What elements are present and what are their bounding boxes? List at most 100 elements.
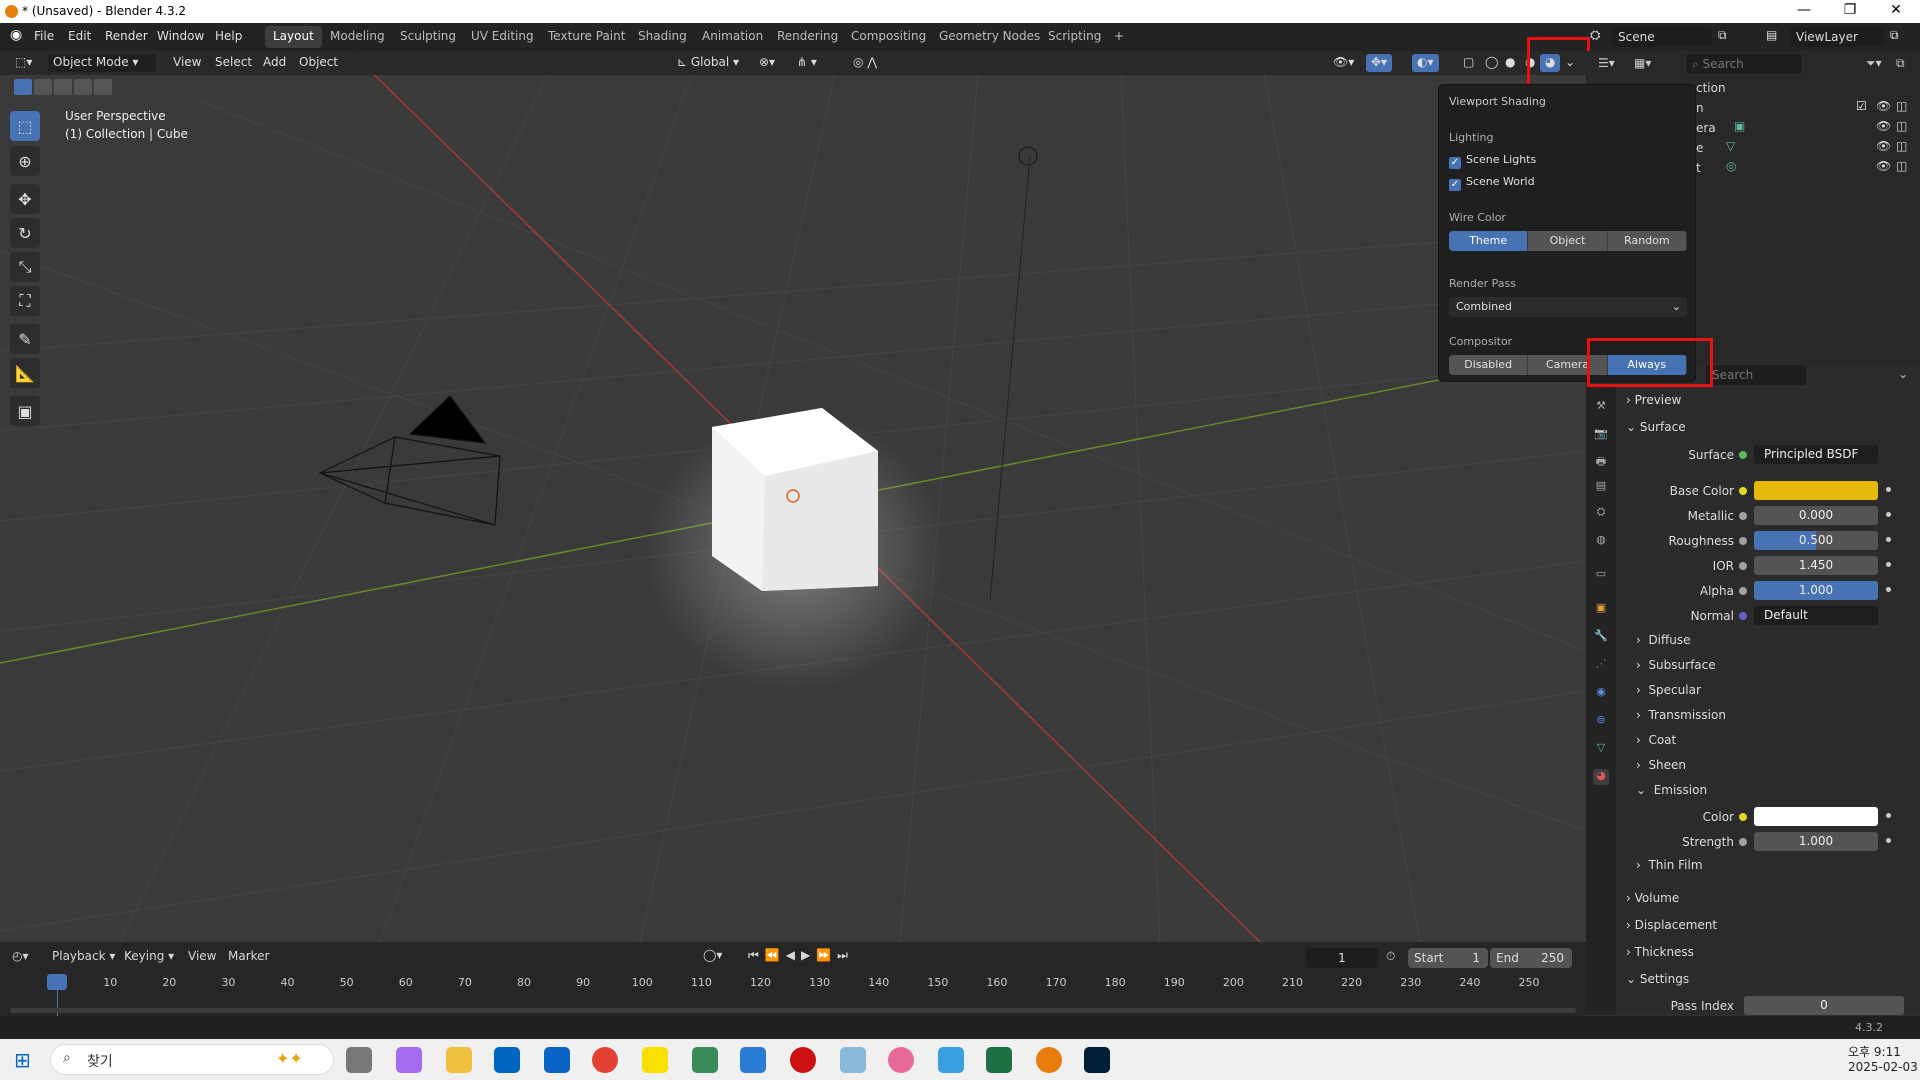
- surface-shader-field[interactable]: Principled BSDF: [1754, 445, 1878, 464]
- thin-film-subpanel[interactable]: › Thin Film: [1636, 858, 1703, 872]
- mesh-data-icon[interactable]: ▽: [1726, 139, 1735, 153]
- keyframe-icon[interactable]: [1886, 813, 1891, 818]
- eye-icon[interactable]: 👁: [1876, 139, 1891, 153]
- preview-range-icon[interactable]: ⏱: [1386, 949, 1395, 964]
- value-socket-icon[interactable]: [1739, 537, 1747, 545]
- properties-options-chevron-icon[interactable]: ⌄: [1898, 367, 1908, 381]
- value-socket-icon[interactable]: [1739, 838, 1747, 846]
- app-icon[interactable]: [840, 1047, 866, 1073]
- annotate-tool[interactable]: ✎: [10, 324, 40, 354]
- camera-restrict-icon[interactable]: ◫: [1896, 159, 1907, 173]
- calculator-icon[interactable]: [692, 1047, 718, 1073]
- pivot-point-icon[interactable]: ⊗▾: [754, 54, 780, 72]
- blender-menu-icon[interactable]: ◉: [10, 27, 22, 43]
- tab-shading[interactable]: Shading: [630, 26, 695, 48]
- list-item[interactable]: ction: [1696, 81, 1726, 95]
- outliner-editor-icon[interactable]: ☰▾: [1598, 56, 1615, 70]
- current-frame-field[interactable]: 1: [1306, 948, 1378, 968]
- timeline-editor-icon[interactable]: ◴▾: [12, 949, 29, 963]
- surface-panel[interactable]: ⌄ Surface: [1626, 420, 1686, 434]
- editor-type-icon[interactable]: ⬚▾: [10, 54, 37, 72]
- mode-selector[interactable]: Object Mode ▾: [48, 54, 156, 72]
- object-tab-icon[interactable]: ▣: [1593, 601, 1609, 617]
- new-scene-icon[interactable]: ⧉: [1718, 28, 1727, 43]
- base-color-swatch[interactable]: [1754, 481, 1878, 500]
- recorder-icon[interactable]: [790, 1047, 816, 1073]
- move-tool[interactable]: ✥: [10, 184, 40, 214]
- menu-file[interactable]: File: [34, 29, 54, 43]
- taskbar-search[interactable]: ⌕ 찾기 ✦✦: [50, 1044, 334, 1075]
- snap-icon[interactable]: ⋔ ▾: [792, 54, 822, 72]
- close-button[interactable]: ✕: [1876, 2, 1916, 18]
- metallic-field[interactable]: 0.000: [1754, 506, 1878, 525]
- menu-render[interactable]: Render: [105, 29, 148, 43]
- keyframe-icon[interactable]: [1886, 512, 1891, 517]
- scene-tab-icon[interactable]: ⛭: [1593, 505, 1609, 521]
- list-item[interactable]: t: [1696, 161, 1701, 175]
- wire-color-theme-button[interactable]: Theme: [1449, 231, 1529, 251]
- wire-color-random-button[interactable]: Random: [1607, 231, 1687, 251]
- tab-uv-editing[interactable]: UV Editing: [463, 26, 542, 48]
- render-pass-dropdown[interactable]: Combined ⌄: [1449, 297, 1687, 317]
- tab-layout[interactable]: Layout: [265, 26, 322, 48]
- rotate-tool[interactable]: ↻: [10, 218, 40, 248]
- chrome-icon[interactable]: [592, 1047, 618, 1073]
- displacement-panel[interactable]: › Displacement: [1626, 918, 1717, 932]
- auto-keying-icon[interactable]: ◯▾: [703, 948, 722, 962]
- properties-search-input[interactable]: Search: [1706, 365, 1806, 385]
- excel-icon[interactable]: [986, 1047, 1012, 1073]
- add-workspace-button[interactable]: +: [1106, 26, 1132, 48]
- tab-geometry-nodes[interactable]: Geometry Nodes: [931, 26, 1048, 48]
- playhead[interactable]: [47, 974, 67, 990]
- camera-restrict-icon[interactable]: ◫: [1896, 139, 1907, 153]
- windows-start-icon[interactable]: ⊞: [14, 1048, 31, 1072]
- color-socket-icon[interactable]: [1739, 487, 1747, 495]
- filter-icon[interactable]: ⏷▾: [1866, 56, 1882, 71]
- select-new-icon[interactable]: [14, 79, 32, 95]
- list-item[interactable]: era: [1696, 121, 1716, 135]
- view-layer-tab-icon[interactable]: ▤: [1593, 479, 1609, 495]
- file-explorer-icon[interactable]: [446, 1047, 472, 1073]
- material-tab-icon[interactable]: ◕: [1593, 769, 1609, 785]
- visibility-icon[interactable]: 👁▾: [1328, 54, 1359, 72]
- compositor-disabled-button[interactable]: Disabled: [1449, 355, 1529, 375]
- cursor-tool[interactable]: ⊕: [10, 146, 40, 176]
- wire-color-object-button[interactable]: Object: [1528, 231, 1608, 251]
- render-tab-icon[interactable]: 📷: [1593, 427, 1609, 443]
- menu-playback[interactable]: Playback ▾: [52, 949, 115, 963]
- constraints-tab-icon[interactable]: ⊚: [1593, 713, 1609, 729]
- timeline-scrollbar[interactable]: [10, 1008, 1576, 1013]
- keyframe-icon[interactable]: [1886, 487, 1891, 492]
- display-mode-icon[interactable]: ▦▾: [1634, 56, 1651, 70]
- list-item[interactable]: n: [1696, 101, 1704, 115]
- 3d-viewport[interactable]: ⬚▾ Object Mode ▾ View Select Add Object …: [0, 51, 1586, 942]
- menu-object[interactable]: Object: [294, 54, 343, 72]
- new-view-layer-icon[interactable]: ⧉: [1890, 28, 1899, 43]
- start-frame-field[interactable]: Start 1: [1408, 948, 1488, 968]
- collection-tab-icon[interactable]: ▭: [1593, 567, 1609, 583]
- sheen-subpanel[interactable]: › Sheen: [1636, 758, 1686, 772]
- scene-field[interactable]: Scene: [1612, 27, 1712, 47]
- paint-icon[interactable]: [888, 1047, 914, 1073]
- scene-lights-checkbox[interactable]: ✓ Scene Lights: [1449, 153, 1536, 169]
- subsurface-subpanel[interactable]: › Subsurface: [1636, 658, 1716, 672]
- list-item[interactable]: e: [1696, 141, 1703, 155]
- coat-subpanel[interactable]: › Coat: [1636, 733, 1676, 747]
- world-tab-icon[interactable]: ◍: [1593, 533, 1609, 549]
- transmission-subpanel[interactable]: › Transmission: [1636, 708, 1726, 722]
- outlook-icon[interactable]: [544, 1047, 570, 1073]
- blender-taskbar-icon[interactable]: [1036, 1047, 1062, 1073]
- scene-world-checkbox[interactable]: ✓ Scene World: [1449, 175, 1535, 191]
- output-tab-icon[interactable]: 🖶: [1593, 453, 1609, 469]
- specular-subpanel[interactable]: › Specular: [1636, 683, 1701, 697]
- camera-data-icon[interactable]: ▣: [1734, 119, 1745, 133]
- eye-icon[interactable]: 👁: [1876, 159, 1891, 173]
- alpha-slider[interactable]: 1.000: [1754, 581, 1878, 600]
- kakaotalk-icon[interactable]: [642, 1047, 668, 1073]
- particles-tab-icon[interactable]: ⋰: [1593, 657, 1609, 673]
- scale-tool[interactable]: ⤡: [10, 252, 40, 282]
- menu-help[interactable]: Help: [215, 29, 242, 43]
- overlay-icon[interactable]: ◐▾: [1412, 54, 1439, 72]
- gizmo-icon[interactable]: ✥▾: [1366, 54, 1393, 72]
- xray-icon[interactable]: ▢: [1458, 54, 1479, 72]
